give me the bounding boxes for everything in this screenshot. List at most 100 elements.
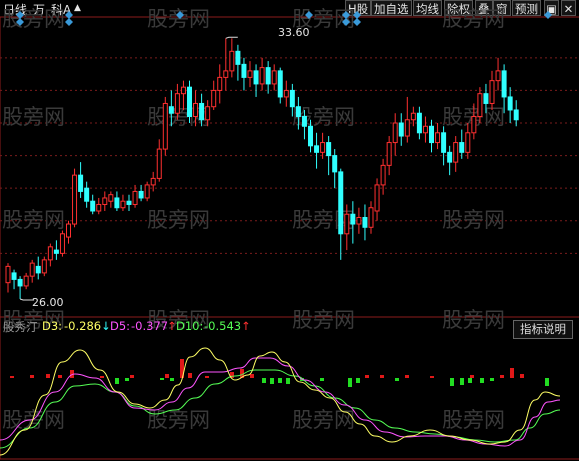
histogram-bar-up [130,375,134,378]
histogram-bar-up [250,374,254,378]
candle-down [35,265,41,274]
candle-up [72,174,78,225]
candle-up [144,184,150,199]
candle-up [59,233,65,254]
candle-up [66,223,71,238]
candle-up [193,102,199,117]
histogram-bar-down [460,378,464,385]
histogram-bar-up [470,375,474,378]
histogram-bar-down [115,378,119,384]
watermark-text: 股旁网 [442,7,505,31]
d10-label: D10: [176,319,204,333]
histogram-bar-down [490,378,494,381]
indicator-name: 股秀汀 [3,320,38,334]
histogram-bar-up [58,375,62,378]
candle-up [495,70,501,82]
candle-down [295,106,301,117]
histogram-bar-down [262,378,266,383]
watermark-text: 股旁网 [147,408,210,432]
d3-value: -0.286 [64,319,102,333]
candle-up [453,142,459,163]
candle-down [416,112,422,134]
histogram-bar-down [320,378,324,381]
kline-chart[interactable]: 股旁网 股旁网 股旁网 股旁网股旁网 股旁网 股旁网股旁网 股旁网 股旁网 股旁网股旁网 股旁网股… [0,0,579,461]
event-marker-icon [65,11,73,19]
candle-up [283,89,289,98]
watermark-text: 股旁网 [442,208,505,232]
histogram-bar-down [160,378,164,380]
histogram-bar-down [170,378,174,381]
candle-up [271,70,277,85]
candle-up [410,112,416,121]
histogram-bar-up [520,374,524,378]
candle-down [501,70,507,98]
histogram-bar-down [348,378,352,387]
candle-up [5,265,11,284]
indicator-help-button[interactable]: 指标说明 [513,320,573,339]
candle-up [150,177,156,186]
histogram-bar-up [165,374,169,378]
histogram-bar-down [356,378,360,383]
watermark-text: 股旁网 [292,105,355,129]
candle-up [320,142,326,153]
candle-down [235,50,241,65]
candle-down [114,197,120,209]
histogram-bar-up [500,375,504,378]
candle-down [308,125,313,147]
candle-up [47,246,53,261]
histogram-bar-up [30,375,34,378]
candle-up [96,203,102,212]
candle-down [441,132,447,153]
candle-up [23,275,29,287]
candle-up [223,70,229,78]
candle-up [422,125,428,134]
histogram-bar-down [468,378,472,383]
histogram-bar-down [545,378,549,386]
candle-up [162,102,168,150]
candle-up [471,115,477,134]
candle-down [53,249,59,254]
candle-up [120,200,126,209]
candle-up [180,86,186,95]
candle-down [78,174,84,192]
candle-down [253,70,259,85]
candle-down [289,89,295,108]
candle-down [350,213,356,225]
histogram-bar-up [510,368,514,378]
candle-down [429,125,434,144]
watermark-text: 股旁网 [147,7,210,31]
candle-down [277,70,283,98]
candle-down [301,115,307,127]
watermark-text: 股旁网 [2,105,65,129]
candle-up [205,106,211,121]
candle-down [241,63,247,78]
histogram-bar-down [278,378,282,383]
histogram-bar-up [365,375,369,378]
watermark-text: 股旁网 [147,208,210,232]
d3-label: D3: [42,319,63,333]
candle-up [156,148,162,179]
candle-up [404,119,410,137]
candle-down [265,67,271,85]
watermark-text: 股旁网 [2,208,65,232]
candle-up [392,122,398,144]
candle-down [338,171,344,235]
candle-up [108,194,114,202]
histogram-bar-up [100,376,104,378]
candle-up [435,132,441,144]
candle-up [356,217,362,225]
low-price-label: 26.00 [32,296,64,309]
watermark-text: 股旁网 [2,7,65,31]
candle-down [314,145,320,153]
histogram-bar-up [405,375,409,378]
candle-down [447,151,453,163]
candle-up [229,50,235,72]
histogram-bar-down [270,378,274,384]
candle-up [380,164,386,186]
indicator-header: 股秀汀 D3: -0.286 ↓ D5: -0.377 ↑ D10: -0.54… [0,318,579,336]
candle-up [374,184,380,212]
candle-down [187,86,192,117]
candle-up [211,89,217,108]
histogram-bar-up [205,376,209,378]
histogram-bar-up [430,376,434,378]
